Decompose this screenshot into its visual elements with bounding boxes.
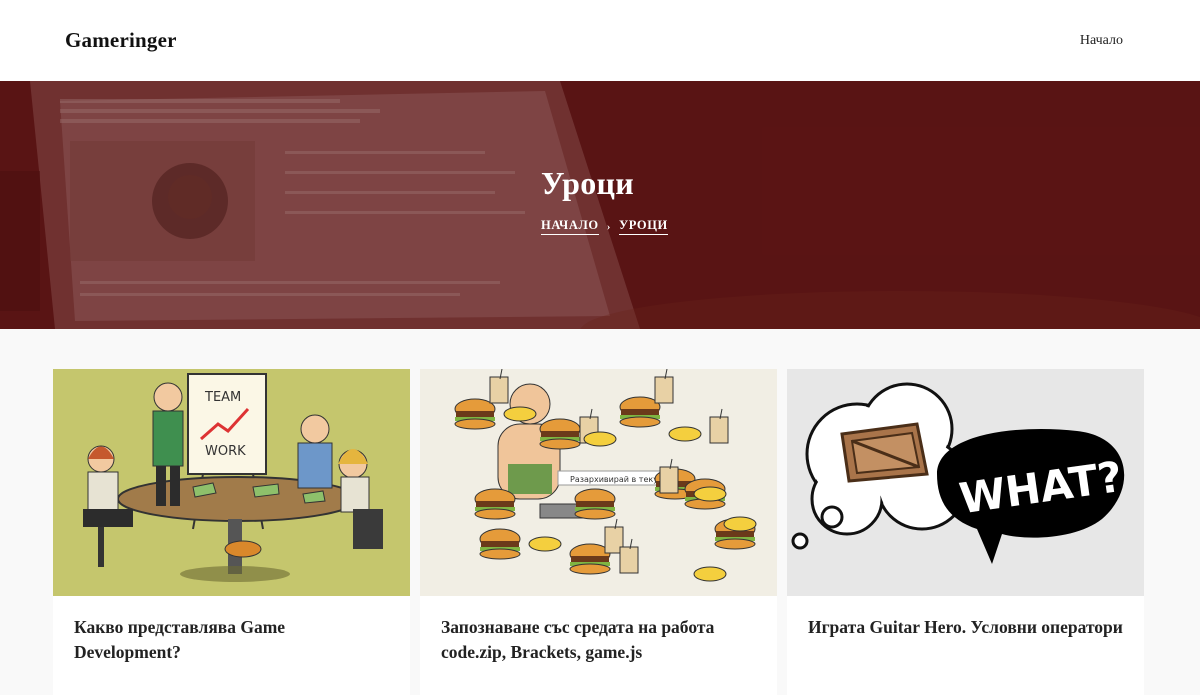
site-header: Gameringer Начало xyxy=(0,0,1200,81)
page-title: Уроци xyxy=(541,165,635,201)
post-thumbnail[interactable]: WHAT? xyxy=(787,369,1144,596)
image-label-text: Разархивирай в текущ xyxy=(570,475,666,484)
crate-what-image: WHAT? xyxy=(787,369,1144,596)
image-text-work: WORK xyxy=(205,444,246,459)
breadcrumb-current-link[interactable]: УРОЦИ xyxy=(618,218,668,235)
post-thumbnail[interactable]: TEAM WORK xyxy=(53,369,410,596)
post-title[interactable]: Играта Guitar Hero. Условни оператори xyxy=(808,615,1128,640)
breadcrumb: НАЧАЛО › УРОЦИ xyxy=(541,218,668,235)
post-card[interactable]: TEAM WORK Какво представлява Game Develo… xyxy=(53,369,410,695)
post-card[interactable]: WHAT? Играта Guitar Hero. Условни операт… xyxy=(787,369,1144,695)
nav-link-home[interactable]: Начало xyxy=(1080,33,1123,49)
post-card[interactable]: Разархивирай в текущ Запознаване със сре… xyxy=(420,369,777,695)
post-thumbnail[interactable]: Разархивирай в текущ xyxy=(420,369,777,596)
hero-content: Уроци НАЧАЛО › УРОЦИ xyxy=(0,81,1200,329)
page-hero: Уроци НАЧАЛО › УРОЦИ xyxy=(0,81,1200,329)
post-title[interactable]: Какво представлява Game Development? xyxy=(74,615,394,665)
breadcrumb-home-link[interactable]: НАЧАЛО xyxy=(541,218,599,235)
post-grid: TEAM WORK Какво представлява Game Develo… xyxy=(53,369,1145,695)
image-text-team: TEAM xyxy=(204,390,241,405)
burgers-shakes-image: Разархивирай в текущ xyxy=(420,369,777,596)
team-work-meeting-image: TEAM WORK xyxy=(53,369,410,596)
chevron-right-icon: › xyxy=(606,220,611,233)
site-logo[interactable]: Gameringer xyxy=(65,28,177,53)
post-title[interactable]: Запознаване със средата на работа code.z… xyxy=(441,615,761,665)
